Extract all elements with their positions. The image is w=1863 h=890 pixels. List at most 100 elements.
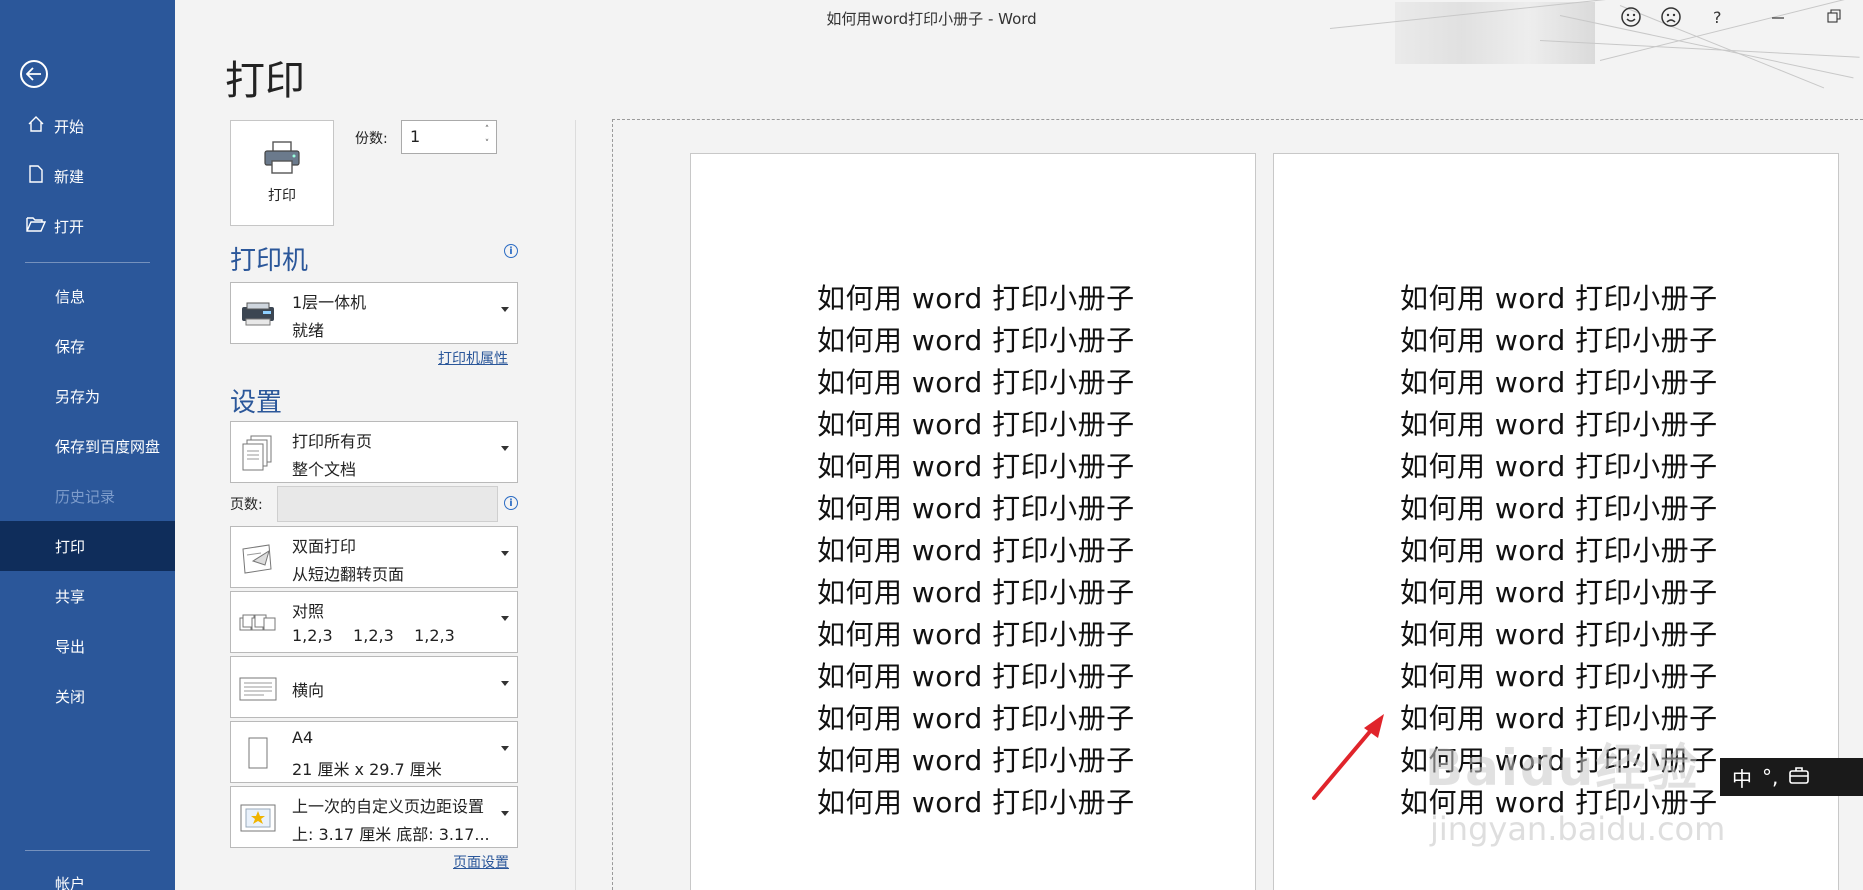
sidebar-item-label: 导出 (55, 637, 86, 656)
ime-mode[interactable]: 中 (1732, 763, 1752, 792)
toolbox-icon[interactable] (1788, 765, 1810, 790)
page-text-line: 如何用 word 打印小册子 (1400, 660, 1718, 693)
sidebar-item-history: 历史记录 (0, 471, 175, 521)
page-setup-link[interactable]: 页面设置 (453, 852, 509, 872)
new-document-icon (24, 165, 48, 187)
sidebar-item-close[interactable]: 关闭 (0, 671, 175, 721)
sidebar-item-label: 另存为 (55, 387, 101, 406)
printer-properties-link[interactable]: 打印机属性 (438, 348, 508, 368)
print-button[interactable]: 打印 (230, 120, 334, 226)
print-range-select[interactable]: 打印所有页 整个文档 (230, 421, 518, 483)
frown-icon[interactable] (1660, 6, 1682, 33)
sidebar-item-label: 信息 (55, 287, 86, 306)
page-text-line: 如何用 word 打印小册子 (817, 618, 1135, 651)
page-text-line: 如何用 word 打印小册子 (1400, 534, 1718, 567)
chevron-down-icon (501, 681, 509, 686)
help-icon[interactable]: ? (1713, 8, 1722, 27)
collate-select[interactable]: 对照 1,2,3 1,2,3 1,2,3 (230, 591, 518, 653)
info-icon[interactable]: i (504, 244, 518, 258)
collate-title: 对照 (292, 602, 325, 621)
margins-select[interactable]: 上一次的自定义页边距设置 上: 3.17 厘米 底部: 3.17... (230, 786, 518, 848)
sidebar-item-label: 历史记录 (55, 487, 116, 506)
info-icon[interactable]: i (504, 496, 518, 510)
print-range-subtitle: 整个文档 (292, 460, 357, 479)
copies-stepper[interactable]: ˄ ˅ (478, 121, 496, 153)
sidebar-item-open[interactable]: 打开 (0, 201, 175, 251)
printer-icon (262, 141, 302, 179)
duplex-select[interactable]: 双面打印 从短边翻转页面 (230, 526, 518, 588)
collate-icon (239, 604, 277, 642)
sidebar-item-info[interactable]: 信息 (0, 271, 175, 321)
watermark-url: jingyan.baidu.com (1430, 810, 1726, 848)
printer-select[interactable]: 1层一体机 就绪 (230, 282, 518, 344)
sidebar-divider (25, 262, 150, 263)
sidebar-item-print[interactable]: 打印 (0, 521, 175, 571)
page-text-line: 如何用 word 打印小册子 (1400, 618, 1718, 651)
page-text-line: 如何用 word 打印小册子 (817, 660, 1135, 693)
minimize-icon[interactable] (1770, 6, 1786, 31)
pages-label: 页数: (230, 497, 263, 513)
sidebar-item-label: 保存到百度网盘 (55, 437, 161, 456)
page-text-line: 如何用 word 打印小册子 (817, 282, 1135, 315)
sidebar-item-label: 保存 (55, 337, 86, 356)
print-button-label: 打印 (268, 188, 296, 204)
sidebar-item-label: 关闭 (55, 687, 86, 706)
print-range-title: 打印所有页 (292, 432, 373, 451)
duplex-title: 双面打印 (292, 537, 357, 556)
home-icon (24, 115, 48, 137)
sidebar-item-label: 打开 (54, 217, 85, 236)
sidebar-item-label: 共享 (55, 587, 86, 606)
sidebar-item-label: 开始 (54, 117, 85, 136)
ime-punctuation[interactable]: °, (1762, 765, 1778, 789)
open-folder-icon (24, 216, 48, 236)
page-text-line: 如何用 word 打印小册子 (1400, 324, 1718, 357)
pages-input[interactable] (277, 486, 498, 522)
chevron-down-icon (501, 616, 509, 621)
ime-toolbar[interactable]: 中 °, (1720, 758, 1863, 796)
sidebar-item-export[interactable]: 导出 (0, 621, 175, 671)
sidebar-item-new[interactable]: 新建 (0, 151, 175, 201)
paper-size-subtitle: 21 厘米 x 29.7 厘米 (292, 760, 442, 779)
panel-divider (575, 120, 576, 890)
sidebar-item-label: 帐户 (55, 875, 86, 890)
sidebar-item-save[interactable]: 保存 (0, 321, 175, 371)
copies-label: 份数: (355, 131, 388, 147)
page-text-line: 如何用 word 打印小册子 (817, 534, 1135, 567)
sidebar-item-account[interactable]: 帐户 (0, 860, 175, 890)
page-text-line: 如何用 word 打印小册子 (1400, 282, 1718, 315)
sidebar-item-label: 新建 (54, 167, 85, 186)
custom-margins-icon (239, 799, 277, 837)
page-text-line: 如何用 word 打印小册子 (817, 702, 1135, 735)
window-title: 如何用word打印小册子 - Word (826, 10, 1037, 28)
page-text-line: 如何用 word 打印小册子 (817, 576, 1135, 609)
chevron-down-icon (501, 446, 509, 451)
sidebar-item-save-as[interactable]: 另存为 (0, 371, 175, 421)
sidebar-item-home[interactable]: 开始 (0, 101, 175, 151)
sidebar-item-save-to-baidu[interactable]: 保存到百度网盘 (0, 421, 175, 471)
restore-icon[interactable] (1826, 6, 1842, 31)
chevron-down-icon (501, 811, 509, 816)
margins-subtitle: 上: 3.17 厘米 底部: 3.17... (292, 825, 490, 844)
page-text-line: 如何用 word 打印小册子 (1400, 450, 1718, 483)
orientation-value: 横向 (292, 681, 325, 700)
duplex-subtitle: 从短边翻转页面 (292, 565, 405, 584)
sidebar-item-share[interactable]: 共享 (0, 571, 175, 621)
margins-title: 上一次的自定义页边距设置 (292, 797, 485, 816)
page-text-line: 如何用 word 打印小册子 (1400, 576, 1718, 609)
printer-status: 就绪 (292, 321, 325, 340)
page-text-line: 如何用 word 打印小册子 (1400, 408, 1718, 441)
backstage-sidebar: 开始 新建 打开 信息 保存 另存为 保存到百度网盘 历史记录 打印 共享 导出… (0, 0, 175, 890)
watermark-brand: Baidu经验 (1425, 739, 1700, 797)
preview-page-left: 如何用 word 打印小册子 如何用 word 打印小册子 如何用 word 打印小… (690, 153, 1256, 890)
orientation-select[interactable]: 横向 (230, 656, 518, 718)
smile-icon[interactable] (1620, 6, 1642, 33)
page-text-line: 如何用 word 打印小册子 (1400, 492, 1718, 525)
paper-size-select[interactable]: A4 21 厘米 x 29.7 厘米 (230, 721, 518, 783)
page-text-line: 如何用 word 打印小册子 (817, 366, 1135, 399)
back-arrow-icon[interactable] (20, 60, 48, 88)
printer-section-title: 打印机 (230, 246, 309, 276)
chevron-up-icon[interactable]: ˄ (485, 123, 490, 137)
page-text-line: 如何用 word 打印小册子 (817, 450, 1135, 483)
chevron-down-icon[interactable]: ˅ (485, 137, 490, 151)
page-title: 打印 (225, 58, 305, 104)
